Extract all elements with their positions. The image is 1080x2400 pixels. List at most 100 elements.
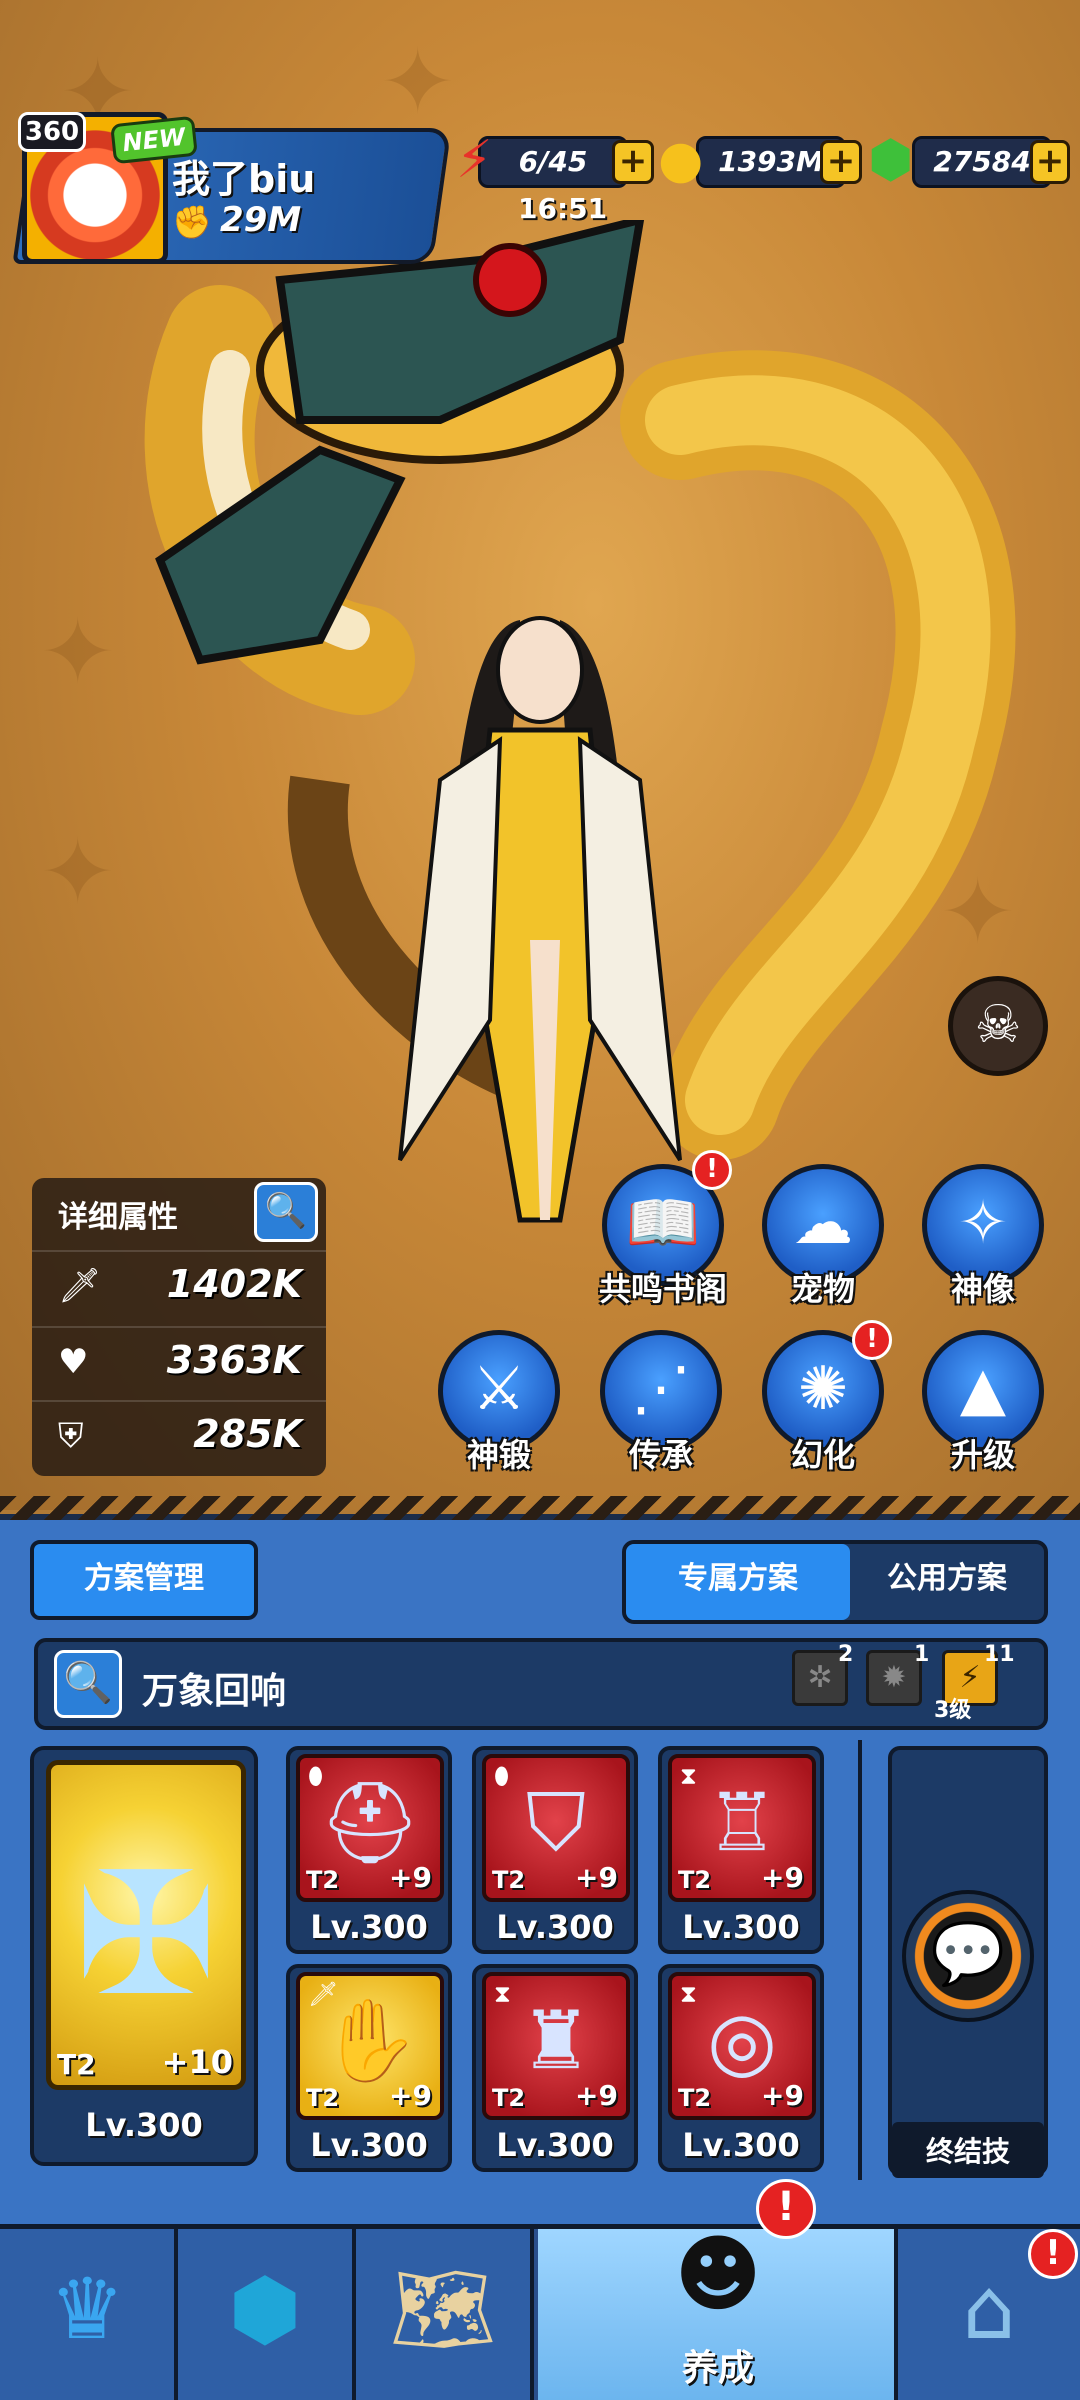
item-level: Lv.300 [310,1908,428,1946]
treasure-map-icon: 🗺 [389,2260,497,2358]
item-tier: T2 [492,2084,526,2112]
player-power: 29M [220,200,302,240]
nav-upgrade[interactable]: ⬢ [178,2229,356,2400]
bg-pattern-icon: ✦ [380,30,456,135]
rune-slot-1-count: 2 [838,1642,854,1667]
item-level: Lv.300 [496,1908,614,1946]
stats-detail-button[interactable]: 🔍 [254,1182,318,1242]
inherit-label: 传承 [628,1436,693,1474]
equip-slot-shoulder[interactable]: ⧗ ♖ T2 +9 Lv.300 [658,1746,824,1954]
bottom-nav: ♛ ⬢ 🗺 ☻ 养成 ! ⌂ ! [0,2179,1080,2400]
rune-slot-2-count: 1 [914,1642,930,1667]
resonance-library-label: 共鸣书阁 [598,1270,727,1308]
item-plus: +9 [761,2079,804,2112]
ultimate-skill-label: 终结技 [892,2122,1044,2178]
boots-card: ⧗ ♜ T2 +9 [482,1972,630,2120]
item-tier: T2 [678,1866,712,1894]
stat-defense-value: 285K [193,1412,302,1456]
tab-public-scheme[interactable]: 公用方案 [850,1544,1044,1620]
equip-slot-gloves[interactable]: 🗡 ✋ T2 +9 Lv.300 [286,1964,452,2172]
item-level: Lv.300 [496,2126,614,2164]
crystal-crown-icon: ♛ [49,2260,125,2358]
bg-pattern-icon: ✦ [40,820,116,925]
nav-cultivate[interactable]: ☻ 养成 ! [538,2179,898,2400]
shoulder-card: ⧗ ♖ T2 +9 [668,1754,816,1902]
tab-exclusive-scheme[interactable]: 专属方案 [626,1544,850,1620]
search-icon: 🔍 [264,1191,308,1231]
nav-cultivate-label: 养成 [681,2348,754,2389]
equip-slot-armor[interactable]: ⬮ ⛉ T2 +9 Lv.300 [472,1746,638,1954]
green-gem-icon: ⬢ [868,130,914,190]
scheme-name: 万象回响 [142,1671,287,1712]
alert-badge: ! [1028,2229,1078,2279]
statue-label: 神像 [950,1270,1015,1308]
scheme-manage-button[interactable]: 方案管理 [30,1540,258,1620]
weapon-card: ✠ T2 +10 [46,1760,246,2090]
switch-form-button[interactable]: ☠ [948,976,1048,1076]
transform-button[interactable]: ✺ 幻化 ! [758,1320,892,1480]
rune-slot-3-count: 11 [984,1642,1015,1667]
energy-timer: 16:51 [518,192,608,225]
transform-label: 幻化 [790,1436,855,1474]
main-weapon-slot[interactable]: ✠ T2 +10 Lv.300 [30,1746,258,2166]
add-gem-button[interactable]: + [1030,140,1070,184]
armor-card: ⬮ ⛉ T2 +9 [482,1754,630,1902]
nav-battle[interactable]: ♛ [0,2229,178,2400]
necklace-card: ⧗ ◎ T2 +9 [668,1972,816,2120]
nav-map[interactable]: 🗺 [356,2229,534,2400]
add-energy-button[interactable]: + [612,140,654,184]
equip-slot-helmet[interactable]: ⬮ ⛑ T2 +9 Lv.300 [286,1746,452,1954]
stat-hp-value: 3363K [166,1338,302,1382]
rune-icon: ✲ [807,1660,833,1695]
fist-power-icon: ✊ [172,203,212,241]
equipment-panel: 方案管理 专属方案 公用方案 🔍 万象回响 ✲ 2 ✹ 1 ⚡ 11 3级 ✠ … [0,1496,1080,2224]
alert-badge: ! [692,1150,732,1190]
nav-shop[interactable]: ⌂ ! [898,2229,1080,2400]
gold-coin-icon: ● [658,130,704,190]
lightning-icon: ⚡ [456,130,493,190]
item-plus: +9 [761,1861,804,1894]
levelup-button[interactable]: ▲ 升级 [918,1330,1048,1480]
scheme-bar[interactable]: 🔍 万象回响 ✲ 2 ✹ 1 ⚡ 11 3级 [34,1638,1048,1730]
stat-row-defense: ⛨ 285K [32,1400,326,1472]
item-tier: T2 [306,2084,340,2112]
hex-shield-upgrade-icon: ⬢ [228,2260,302,2358]
lightning-icon: ⚡ [959,1660,981,1695]
pet-button[interactable]: ☁ 宠物 [758,1164,888,1314]
pet-label: 宠物 [790,1270,855,1308]
stat-row-hp: ♥ 3363K [32,1326,326,1398]
resonance-library-button[interactable]: 📖 共鸣书阁 ! [598,1150,732,1314]
scheme-search-button[interactable]: 🔍 [54,1650,122,1718]
search-icon: 🔍 [63,1660,113,1706]
item-plus: +9 [575,2079,618,2112]
stat-row-attack: 🗡 1402K [32,1250,326,1322]
energy-counter: 6/45 [478,136,628,188]
statue-button[interactable]: ✧ 神像 [918,1164,1048,1314]
character-duo-icon: ☻ [674,2225,762,2323]
player-level-badge: 360 [18,112,86,152]
shield-icon: ⛨ [58,1416,84,1456]
alert-badge: ! [756,2179,816,2239]
demon-mask-icon: ☠ [974,995,1022,1055]
add-gold-button[interactable]: + [820,140,862,184]
equip-slot-boots[interactable]: ⧗ ♜ T2 +9 Lv.300 [472,1964,638,2172]
sword-icon: 🗡 [58,1266,102,1306]
weapon-level: Lv.300 [85,2106,203,2144]
ultimate-skill-panel[interactable]: 💬 终结技 [888,1746,1048,2178]
item-level: Lv.300 [310,2126,428,2164]
bg-pattern-icon: ✦ [40,600,116,705]
chat-bubble-icon: 💬 [902,1890,1034,2022]
equip-slot-necklace[interactable]: ⧗ ◎ T2 +9 Lv.300 [658,1964,824,2172]
item-level: Lv.300 [682,1908,800,1946]
item-plus: +9 [389,2079,432,2112]
stat-attack-value: 1402K [166,1262,302,1306]
scheme-tab-group: 专属方案 公用方案 [622,1540,1048,1624]
forge-button[interactable]: ⚔ 神锻 [434,1330,564,1480]
stats-panel: 详细属性 🔍 🗡 1402K ♥ 3363K ⛨ 285K [32,1178,326,1476]
forge-label: 神锻 [466,1436,531,1474]
inherit-button[interactable]: ⋰ 传承 [596,1330,726,1480]
levelup-label: 升级 [950,1436,1015,1474]
heart-icon: ♥ [58,1342,89,1382]
gloves-card: 🗡 ✋ T2 +9 [296,1972,444,2120]
item-tier: T2 [678,2084,712,2112]
